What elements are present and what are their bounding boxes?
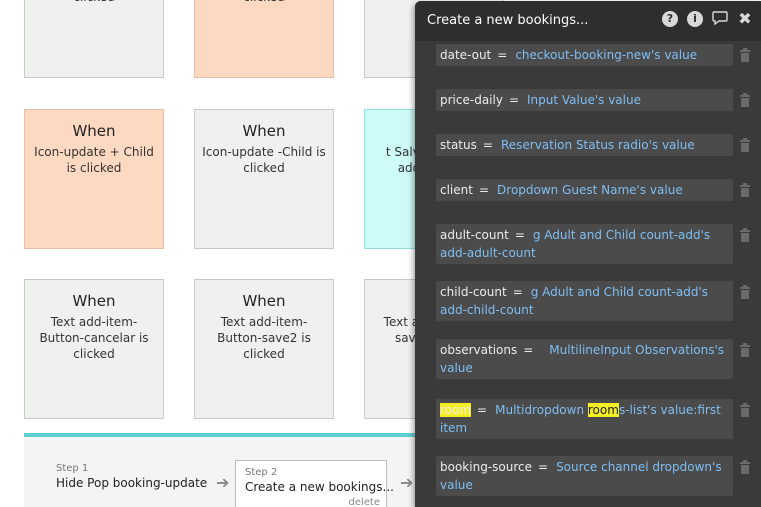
trash-icon[interactable] [739, 403, 751, 417]
step-1[interactable]: Step 1 Hide Pop booking-update [56, 463, 207, 490]
property-editor-panel: Create a new bookings... ? i ✖ date-out =… [415, 1, 761, 507]
step-title: Hide Pop booking-update [56, 476, 208, 490]
event-description: clicked [25, 0, 163, 5]
comment-icon[interactable] [712, 11, 728, 27]
step-2[interactable]: Step 2 Create a new bookings... delete [235, 460, 394, 507]
field-equals: = [478, 183, 490, 197]
panel-title: Create a new bookings... [427, 13, 589, 28]
delete-step-link[interactable]: delete [348, 497, 380, 507]
field-key: status [440, 138, 477, 152]
field-key: date-out [440, 48, 492, 62]
field-price-daily[interactable]: price-daily = Input Value's value [436, 89, 750, 111]
field-status[interactable]: status = Reservation Status radio's value [436, 134, 750, 156]
event-card[interactable]: clicked [24, 0, 164, 78]
trash-icon[interactable] [739, 460, 751, 474]
field-key: price-daily [440, 93, 503, 107]
trash-icon[interactable] [739, 228, 751, 242]
field-key: room [440, 403, 472, 417]
trash-icon[interactable] [739, 138, 751, 152]
field-equals: = [512, 285, 523, 299]
field-key: booking-source [440, 460, 532, 474]
field-observations[interactable]: observations = MultilineInput Observations… [436, 339, 750, 379]
event-description: clicked [195, 0, 333, 5]
field-adult-count[interactable]: adult-count = g Adult and Child count-add'… [436, 224, 750, 264]
field-booking-source[interactable]: booking-source = Source channel dropdown's… [436, 456, 750, 496]
help-icon[interactable]: ? [662, 11, 678, 27]
when-label: When [242, 122, 286, 140]
field-equals: = [497, 48, 508, 62]
event-card-icon-update-minus-child[interactable]: When Icon-update -Child is clicked [194, 109, 334, 249]
field-client[interactable]: client = Dropdown Guest Name's value [436, 179, 750, 201]
field-equals: = [538, 460, 549, 474]
field-key: adult-count [440, 228, 509, 242]
field-value[interactable]: checkout-booking-new's value [513, 48, 697, 62]
trash-icon[interactable] [739, 48, 751, 62]
event-card-icon-update-plus-child[interactable]: When Icon-update + Child is clicked [24, 109, 164, 249]
field-date-out[interactable]: date-out = checkout-booking-new's value [436, 44, 750, 66]
event-card-cancelar[interactable]: When Text add-item-Button-cancelar is cl… [24, 279, 164, 419]
field-child-count[interactable]: child-count = g Adult and Child count-add'… [436, 281, 750, 321]
panel-header[interactable]: Create a new bookings... ? i ✖ [415, 1, 761, 41]
field-equals: = [482, 138, 493, 152]
field-room[interactable]: room = Multidropdown rooms-list's value:fi… [436, 399, 750, 439]
close-icon[interactable]: ✖ [737, 11, 753, 27]
when-label: When [72, 122, 116, 140]
step-number: Step 1 [56, 463, 89, 474]
field-key: client [440, 183, 473, 197]
field-equals: = [477, 403, 488, 417]
event-description: Text add-item-Button-cancelar is clicked [39, 315, 149, 361]
field-value[interactable]: Input Value's value [525, 93, 641, 107]
trash-icon[interactable] [739, 343, 751, 357]
event-card[interactable]: clicked [194, 0, 334, 78]
field-value[interactable]: Dropdown Guest Name's value [495, 183, 683, 197]
trash-icon[interactable] [739, 93, 751, 107]
when-label: When [72, 292, 116, 310]
info-icon[interactable]: i [687, 11, 703, 27]
field-value-prefix: Multidropdown [495, 403, 588, 417]
field-value[interactable]: Reservation Status radio's value [499, 138, 695, 152]
trash-icon[interactable] [739, 285, 751, 299]
field-equals: = [508, 93, 519, 107]
field-equals: = [514, 228, 525, 242]
field-value-highlight: room [587, 403, 619, 417]
step-title: Create a new bookings... [245, 480, 394, 494]
event-description: Text add-item-Button-save2 is clicked [217, 315, 311, 361]
field-key: observations [440, 343, 518, 357]
field-equals: = [523, 343, 534, 357]
arrow-right-icon: ➔ [400, 473, 414, 492]
arrow-right-icon: ➔ [216, 473, 230, 492]
field-key: child-count [440, 285, 507, 299]
event-card-save2[interactable]: When Text add-item-Button-save2 is click… [194, 279, 334, 419]
event-description: Icon-update -Child is clicked [202, 145, 326, 175]
event-description: Icon-update + Child is clicked [34, 145, 154, 175]
step-number: Step 2 [245, 467, 278, 478]
when-label: When [242, 292, 286, 310]
trash-icon[interactable] [739, 183, 751, 197]
